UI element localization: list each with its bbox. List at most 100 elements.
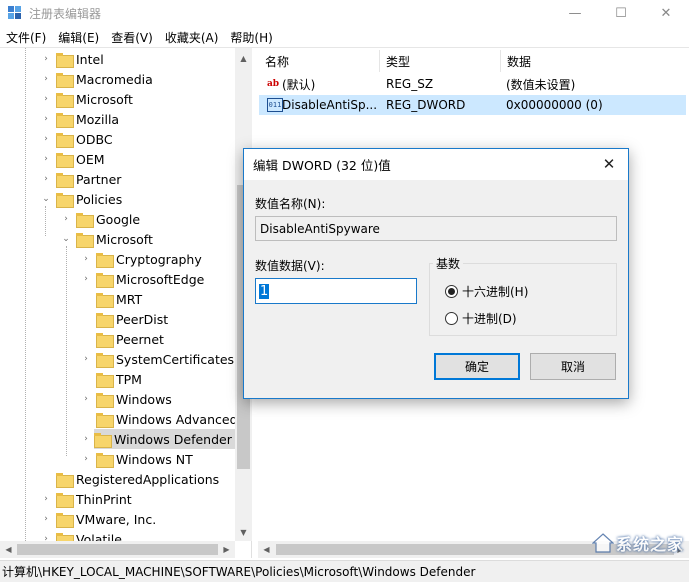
tree-item[interactable]: › Mozilla bbox=[40, 109, 119, 129]
column-header-data[interactable]: 数据 bbox=[501, 50, 681, 72]
column-header-type[interactable]: 类型 bbox=[380, 50, 500, 72]
tree-item[interactable]: › Windows bbox=[80, 389, 172, 409]
tree-item[interactable]: › ODBC bbox=[40, 129, 113, 149]
tree-item[interactable]: Windows Advanced bbox=[80, 409, 238, 429]
cancel-button[interactable]: 取消 bbox=[530, 353, 616, 380]
tree-item[interactable]: › VMware, Inc. bbox=[40, 509, 156, 529]
chevron-right-icon[interactable]: › bbox=[40, 113, 52, 125]
tree-item[interactable]: › Windows Defender bbox=[84, 429, 236, 449]
folder-icon bbox=[56, 472, 74, 488]
tree-item[interactable]: › Partner bbox=[40, 169, 121, 189]
tree-item[interactable]: › Microsoft bbox=[40, 89, 133, 109]
folder-icon bbox=[56, 52, 74, 68]
chevron-right-icon[interactable]: › bbox=[40, 493, 52, 505]
tree-item[interactable]: › SystemCertificates bbox=[80, 349, 234, 369]
chevron-right-icon[interactable]: › bbox=[60, 213, 72, 225]
house-icon bbox=[592, 533, 614, 553]
minimize-button[interactable]: — bbox=[552, 0, 598, 26]
menu-file[interactable]: 文件(F) bbox=[0, 27, 52, 47]
chevron-right-icon[interactable]: › bbox=[80, 273, 92, 285]
close-window-button[interactable]: ✕ bbox=[643, 0, 689, 26]
tree-item[interactable]: ⌄ Microsoft bbox=[60, 229, 153, 249]
folder-icon bbox=[96, 452, 114, 468]
chevron-right-icon[interactable]: › bbox=[80, 353, 92, 365]
tree-item-label: Macromedia bbox=[76, 71, 153, 87]
tree-item-label: ThinPrint bbox=[76, 491, 132, 507]
radio-hex-label: 十六进制(H) bbox=[462, 285, 529, 299]
scroll-up-arrow-icon[interactable]: ▲ bbox=[235, 50, 252, 67]
scroll-right-arrow-icon[interactable]: ▶ bbox=[218, 541, 235, 558]
chevron-right-icon[interactable]: › bbox=[40, 93, 52, 105]
scroll-left-arrow-icon[interactable]: ◀ bbox=[258, 541, 275, 558]
folder-icon bbox=[56, 112, 74, 128]
radio-checked-icon[interactable] bbox=[445, 285, 458, 298]
radio-hexadecimal[interactable]: 十六进制(H) bbox=[445, 283, 528, 300]
value-name-field: DisableAntiSpyware bbox=[255, 216, 617, 241]
tree-item[interactable]: ⌄ Policies bbox=[40, 189, 122, 209]
chevron-right-icon[interactable]: › bbox=[40, 513, 52, 525]
tree-item[interactable]: › Windows NT bbox=[80, 449, 193, 469]
value-row[interactable]: ab (默认) REG_SZ (数值未设置) bbox=[259, 74, 686, 94]
tree-item[interactable]: › ThinPrint bbox=[40, 489, 132, 509]
menu-view[interactable]: 查看(V) bbox=[105, 27, 159, 47]
chevron-right-icon[interactable]: › bbox=[80, 453, 92, 465]
value-data: (数值未设置) bbox=[506, 77, 576, 92]
tree-item[interactable]: › Google bbox=[60, 209, 140, 229]
tree-item-label: Windows Advanced bbox=[116, 411, 238, 427]
tree-item[interactable]: › Macromedia bbox=[40, 69, 153, 89]
chevron-down-icon[interactable]: ⌄ bbox=[40, 193, 52, 205]
chevron-down-icon[interactable]: ⌄ bbox=[60, 233, 72, 245]
chevron-right-icon[interactable]: › bbox=[80, 253, 92, 265]
tree-item[interactable]: › MicrosoftEdge bbox=[80, 269, 204, 289]
column-header-name[interactable]: 名称 bbox=[259, 50, 379, 72]
folder-icon bbox=[96, 272, 114, 288]
tree-item-label: Mozilla bbox=[76, 111, 120, 127]
radio-decimal[interactable]: 十进制(D) bbox=[445, 310, 517, 327]
registry-editor-icon bbox=[8, 6, 21, 19]
tree-item[interactable]: TPM bbox=[80, 369, 142, 389]
tree-item[interactable]: › Intel bbox=[40, 49, 104, 69]
maximize-button[interactable]: ☐ bbox=[598, 0, 644, 26]
value-name: (默认) bbox=[282, 77, 316, 92]
chevron-right-icon[interactable]: › bbox=[80, 433, 92, 445]
tree-item[interactable]: MRT bbox=[80, 289, 142, 309]
folder-icon bbox=[56, 152, 74, 168]
tree-item[interactable]: Peernet bbox=[80, 329, 164, 349]
chevron-right-icon[interactable]: › bbox=[40, 173, 52, 185]
tree-item-label: Google bbox=[96, 211, 141, 227]
tree-item[interactable]: › Cryptography bbox=[80, 249, 202, 269]
menu-edit[interactable]: 编辑(E) bbox=[52, 27, 105, 47]
scroll-down-arrow-icon[interactable]: ▼ bbox=[235, 524, 252, 541]
tree-item[interactable]: RegisteredApplications bbox=[40, 469, 219, 489]
folder-icon bbox=[96, 252, 114, 268]
ok-button[interactable]: 确定 bbox=[434, 353, 520, 380]
chevron-right-icon[interactable]: › bbox=[40, 73, 52, 85]
radio-dec-label: 十进制(D) bbox=[462, 312, 517, 326]
title-bar: 注册表编辑器 — ☐ ✕ bbox=[0, 0, 689, 26]
folder-icon bbox=[56, 92, 74, 108]
menu-help[interactable]: 帮助(H) bbox=[224, 27, 278, 47]
menu-favorites[interactable]: 收藏夹(A) bbox=[159, 27, 225, 47]
tree-item-label: Windows NT bbox=[116, 451, 193, 467]
radio-unchecked-icon[interactable] bbox=[445, 312, 458, 325]
chevron-right-icon[interactable]: › bbox=[40, 53, 52, 65]
folder-icon bbox=[56, 172, 74, 188]
registry-tree[interactable]: › Intel › Macromedia › Microsoft › Mozilla › ODBC… bbox=[0, 48, 252, 558]
folder-icon bbox=[96, 332, 114, 348]
tree-item[interactable]: PeerDist bbox=[80, 309, 168, 329]
tree-item[interactable]: › OEM bbox=[40, 149, 105, 169]
chevron-right-icon[interactable]: › bbox=[80, 393, 92, 405]
tree-hscroll-thumb[interactable] bbox=[17, 544, 218, 555]
chevron-right-icon[interactable]: › bbox=[40, 133, 52, 145]
tree-item-label: Partner bbox=[76, 171, 122, 187]
folder-icon bbox=[56, 192, 74, 208]
tree-item-label: Intel bbox=[76, 51, 104, 67]
value-row-selected[interactable]: 011 DisableAntiSp... REG_DWORD 0x0000000… bbox=[259, 95, 686, 115]
chevron-right-icon[interactable]: › bbox=[40, 153, 52, 165]
value-data-input[interactable]: 1 bbox=[255, 278, 417, 304]
menu-bar: 文件(F) 编辑(E) 查看(V) 收藏夹(A) 帮助(H) bbox=[0, 27, 689, 47]
tree-item-label: Peernet bbox=[116, 331, 164, 347]
dialog-close-icon[interactable]: ✕ bbox=[600, 155, 618, 173]
scroll-left-arrow-icon[interactable]: ◀ bbox=[0, 541, 17, 558]
